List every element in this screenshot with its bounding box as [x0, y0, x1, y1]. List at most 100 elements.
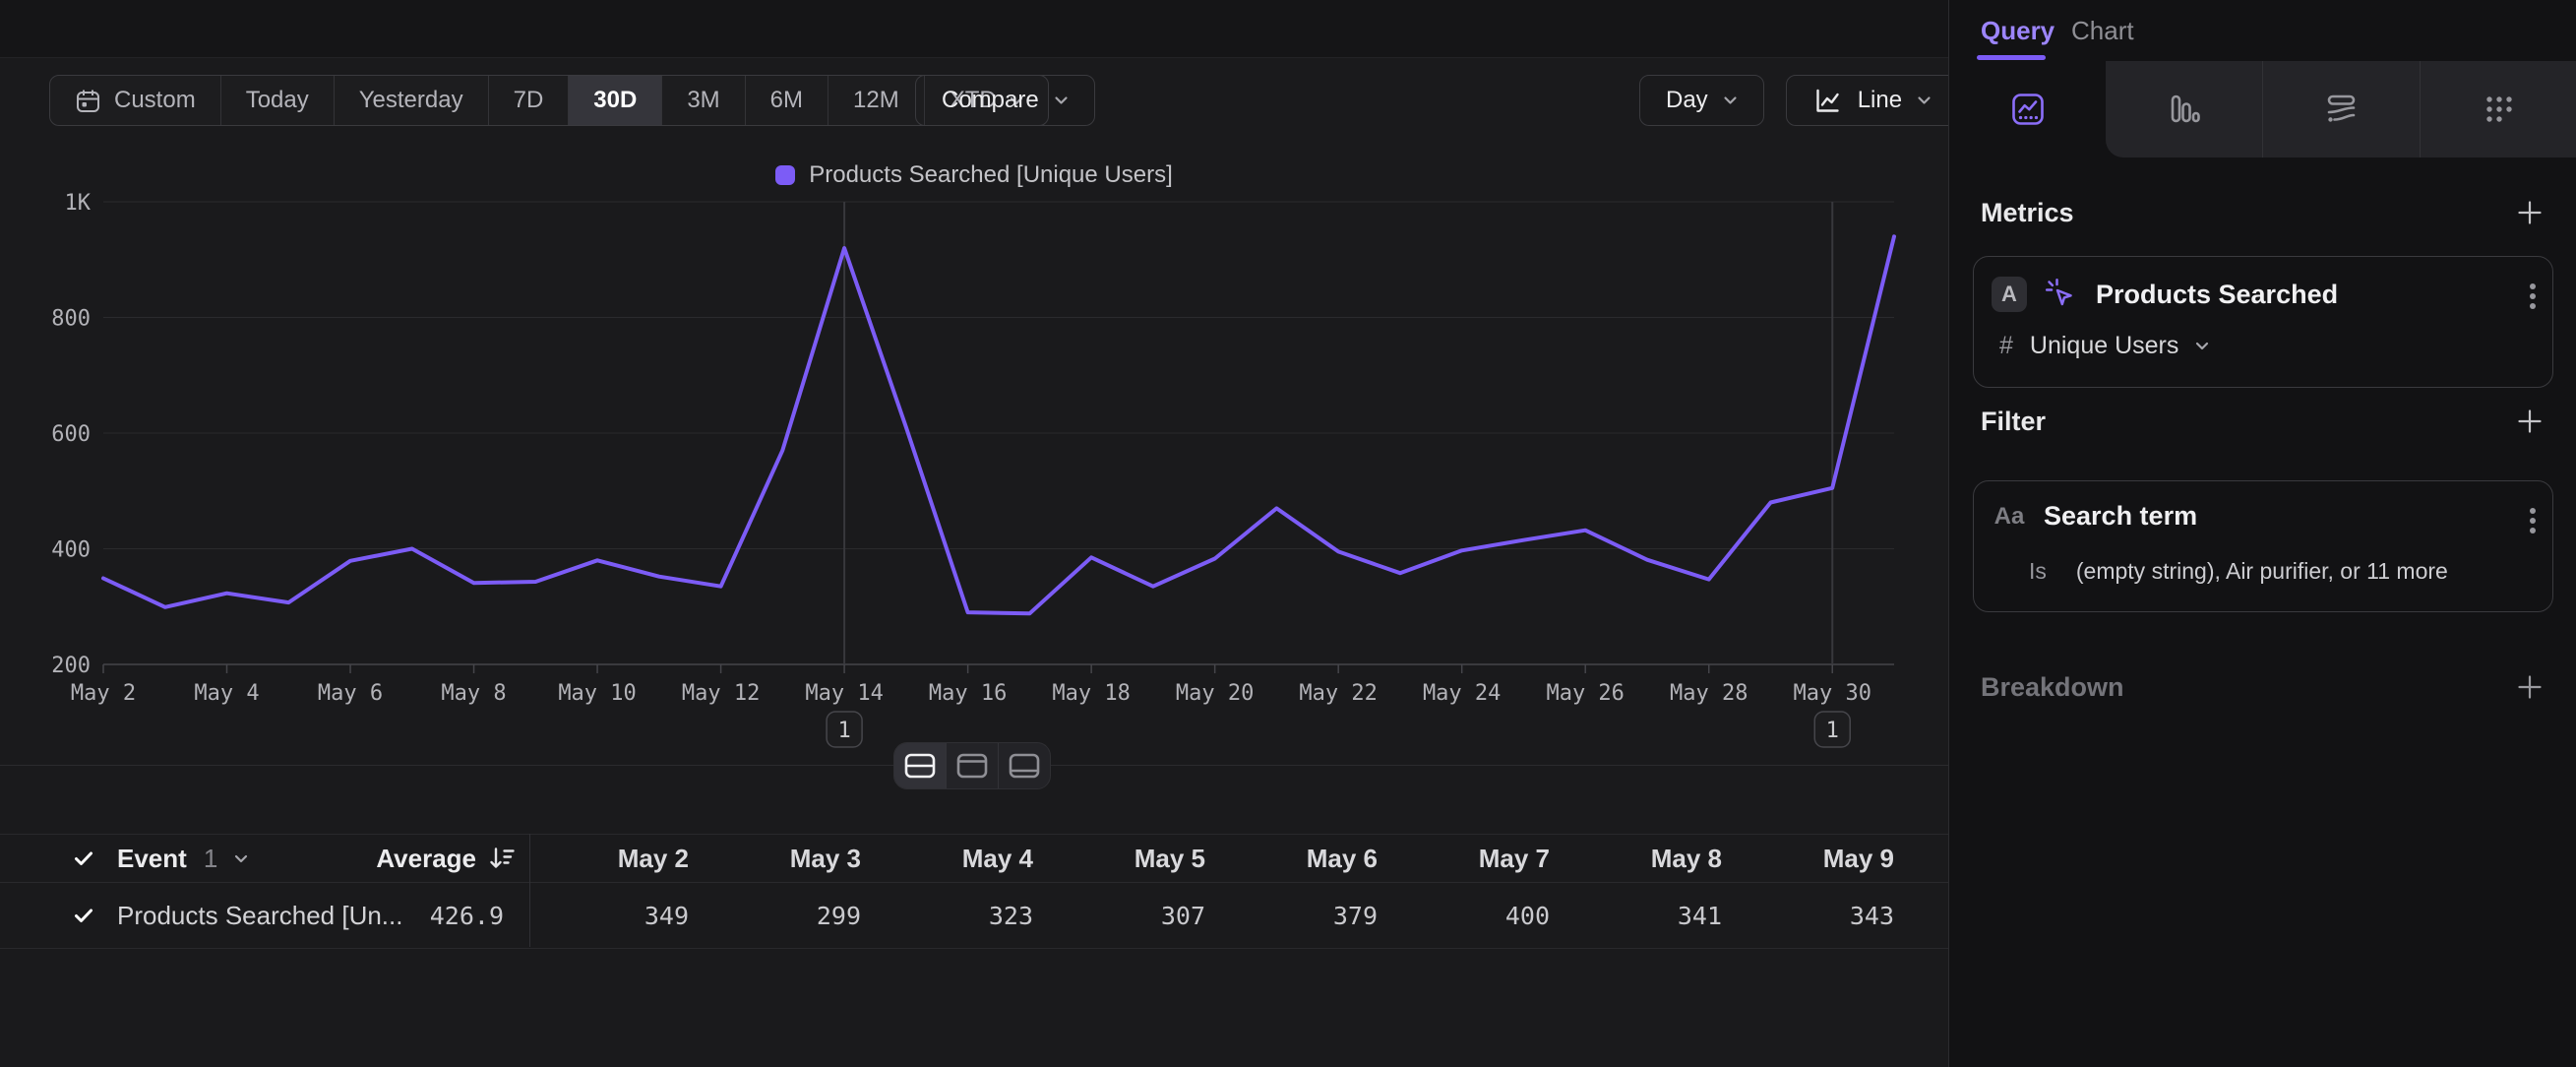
filter-card[interactable]: Aa Search term Is (empty string), Air pu… [1973, 480, 2553, 612]
chevron-down-icon [2195, 342, 2209, 350]
svg-text:May 14: May 14 [805, 681, 883, 706]
date-cell-value: 400 [1402, 883, 1550, 948]
top-band [0, 0, 1948, 58]
panel-tab-bar: Query Chart [1949, 0, 2576, 61]
chart-type-button[interactable]: Line [1786, 75, 1958, 126]
date-column-header[interactable]: May 6 [1230, 835, 1378, 882]
tab-flows[interactable] [2262, 61, 2420, 157]
date-column-header[interactable]: May 4 [886, 835, 1033, 882]
annotation-badge[interactable]: 1 [1814, 712, 1850, 747]
x-axis-labels: May 2May 4May 6May 8May 10May 12May 14Ma… [71, 664, 1871, 706]
date-range-3m[interactable]: 3M [662, 76, 745, 125]
chart-type-label: Line [1858, 87, 1902, 114]
table-row[interactable]: Products Searched [Un... 426.9 349299323… [0, 883, 1948, 949]
y-axis-labels: 2004006008001K [51, 191, 91, 678]
tab-insights[interactable] [1949, 61, 2106, 157]
add-metric-icon[interactable] [2514, 197, 2545, 228]
granularity-button[interactable]: Day [1639, 75, 1764, 126]
date-range-label: 12M [853, 87, 899, 114]
date-range-30d[interactable]: 30D [569, 76, 662, 125]
tab-chart[interactable]: Chart [2071, 16, 2134, 46]
query-panel: Query Chart Metrics [1948, 0, 2576, 1067]
active-tab-underline [1977, 55, 2046, 60]
compare-button[interactable]: Compare [915, 75, 1095, 126]
property-type-label: Aa [1992, 503, 2027, 531]
breakdown-section-header: Breakdown [1981, 671, 2545, 703]
svg-text:600: 600 [51, 422, 91, 447]
svg-text:May 26: May 26 [1546, 681, 1624, 706]
metric-letter-badge: A [1992, 277, 2027, 312]
date-range-label: Custom [114, 87, 196, 114]
filter-options-icon[interactable] [2529, 503, 2537, 538]
average-column-header[interactable]: Average [266, 835, 518, 882]
aggregation-label: Unique Users [2030, 332, 2178, 360]
date-column-header[interactable]: May 8 [1574, 835, 1722, 882]
layout-toggle-group [893, 742, 1051, 789]
date-range-custom[interactable]: Custom [50, 76, 221, 125]
bar-chart-icon [2166, 91, 2203, 128]
sort-descending-icon [488, 846, 518, 871]
date-range-today[interactable]: Today [221, 76, 335, 125]
filter-operator[interactable]: Is [2029, 558, 2047, 585]
layout-toggle-chart-view[interactable] [947, 743, 999, 788]
date-cell-value: 323 [886, 883, 1033, 948]
date-column-header[interactable]: May 2 [541, 835, 689, 882]
date-range-label: 30D [593, 87, 637, 114]
table-column-divider [529, 834, 530, 947]
date-range-6m[interactable]: 6M [746, 76, 828, 125]
row-checkbox[interactable] [67, 899, 100, 932]
filter-property-name: Search term [2044, 501, 2197, 532]
chevron-down-icon [1917, 95, 1932, 105]
tab-query[interactable]: Query [1981, 16, 2055, 46]
svg-text:May 28: May 28 [1670, 681, 1748, 706]
layout-toggle-table-view[interactable] [999, 743, 1050, 788]
main-area: CustomTodayYesterday7D30D3M6M12MXTD Comp… [0, 0, 1948, 1067]
annotation-badge[interactable]: 1 [827, 712, 862, 747]
tab-funnels[interactable] [2106, 61, 2262, 157]
y-gridlines [103, 202, 1894, 664]
svg-text:May 24: May 24 [1423, 681, 1501, 706]
metric-event-name: Products Searched [2096, 280, 2338, 310]
date-column-header[interactable]: May 7 [1402, 835, 1550, 882]
add-filter-icon[interactable] [2514, 406, 2545, 437]
layout-toggle-split-view[interactable] [894, 743, 947, 788]
toolbar-right: Day Line [1639, 75, 1958, 126]
tab-retention[interactable] [2420, 61, 2576, 157]
date-cell-value: 379 [1230, 883, 1378, 948]
report-type-tabs [1949, 61, 2576, 157]
date-column-header[interactable]: May 5 [1058, 835, 1205, 882]
aggregation-selector[interactable]: # Unique Users [1999, 332, 2209, 360]
date-column-header[interactable]: May 3 [713, 835, 861, 882]
app-root: { "toolbar": { "date_ranges": ["Custom",… [0, 0, 2576, 1067]
date-cell-value: 343 [1747, 883, 1894, 948]
date-range-yesterday[interactable]: Yesterday [335, 76, 489, 125]
date-range-7d[interactable]: 7D [489, 76, 570, 125]
date-range-label: 7D [514, 87, 544, 114]
line-chart[interactable]: 2004006008001KMay 2May 4May 6May 8May 10… [0, 148, 1948, 787]
add-breakdown-icon[interactable] [2514, 671, 2545, 703]
calendar-icon [75, 88, 101, 114]
date-range-label: Yesterday [359, 87, 463, 114]
metrics-heading: Metrics [1981, 198, 2074, 228]
svg-text:May 22: May 22 [1299, 681, 1377, 706]
chevron-down-icon[interactable] [234, 854, 248, 863]
date-cell-value: 307 [1058, 883, 1205, 948]
date-range-12m[interactable]: 12M [828, 76, 925, 125]
trend-line[interactable] [103, 236, 1894, 613]
filter-heading: Filter [1981, 407, 2046, 437]
average-header-label: Average [376, 844, 476, 874]
select-all-checkbox[interactable] [67, 842, 100, 875]
date-column-header[interactable]: May 9 [1747, 835, 1894, 882]
svg-text:800: 800 [51, 307, 91, 332]
chevron-down-icon [1054, 95, 1069, 105]
filter-value[interactable]: (empty string), Air purifier, or 11 more [2076, 558, 2448, 585]
date-cell-value: 299 [713, 883, 861, 948]
svg-text:May 20: May 20 [1176, 681, 1254, 706]
metrics-section-header: Metrics [1981, 197, 2545, 228]
date-range-selector: CustomTodayYesterday7D30D3M6M12MXTD [49, 75, 1049, 126]
metric-card[interactable]: A Products Searched # Unique Users [1973, 256, 2553, 388]
metric-options-icon[interactable] [2529, 279, 2537, 314]
svg-text:1K: 1K [65, 191, 92, 216]
date-range-label: Today [246, 87, 309, 114]
svg-text:May 8: May 8 [441, 681, 506, 706]
